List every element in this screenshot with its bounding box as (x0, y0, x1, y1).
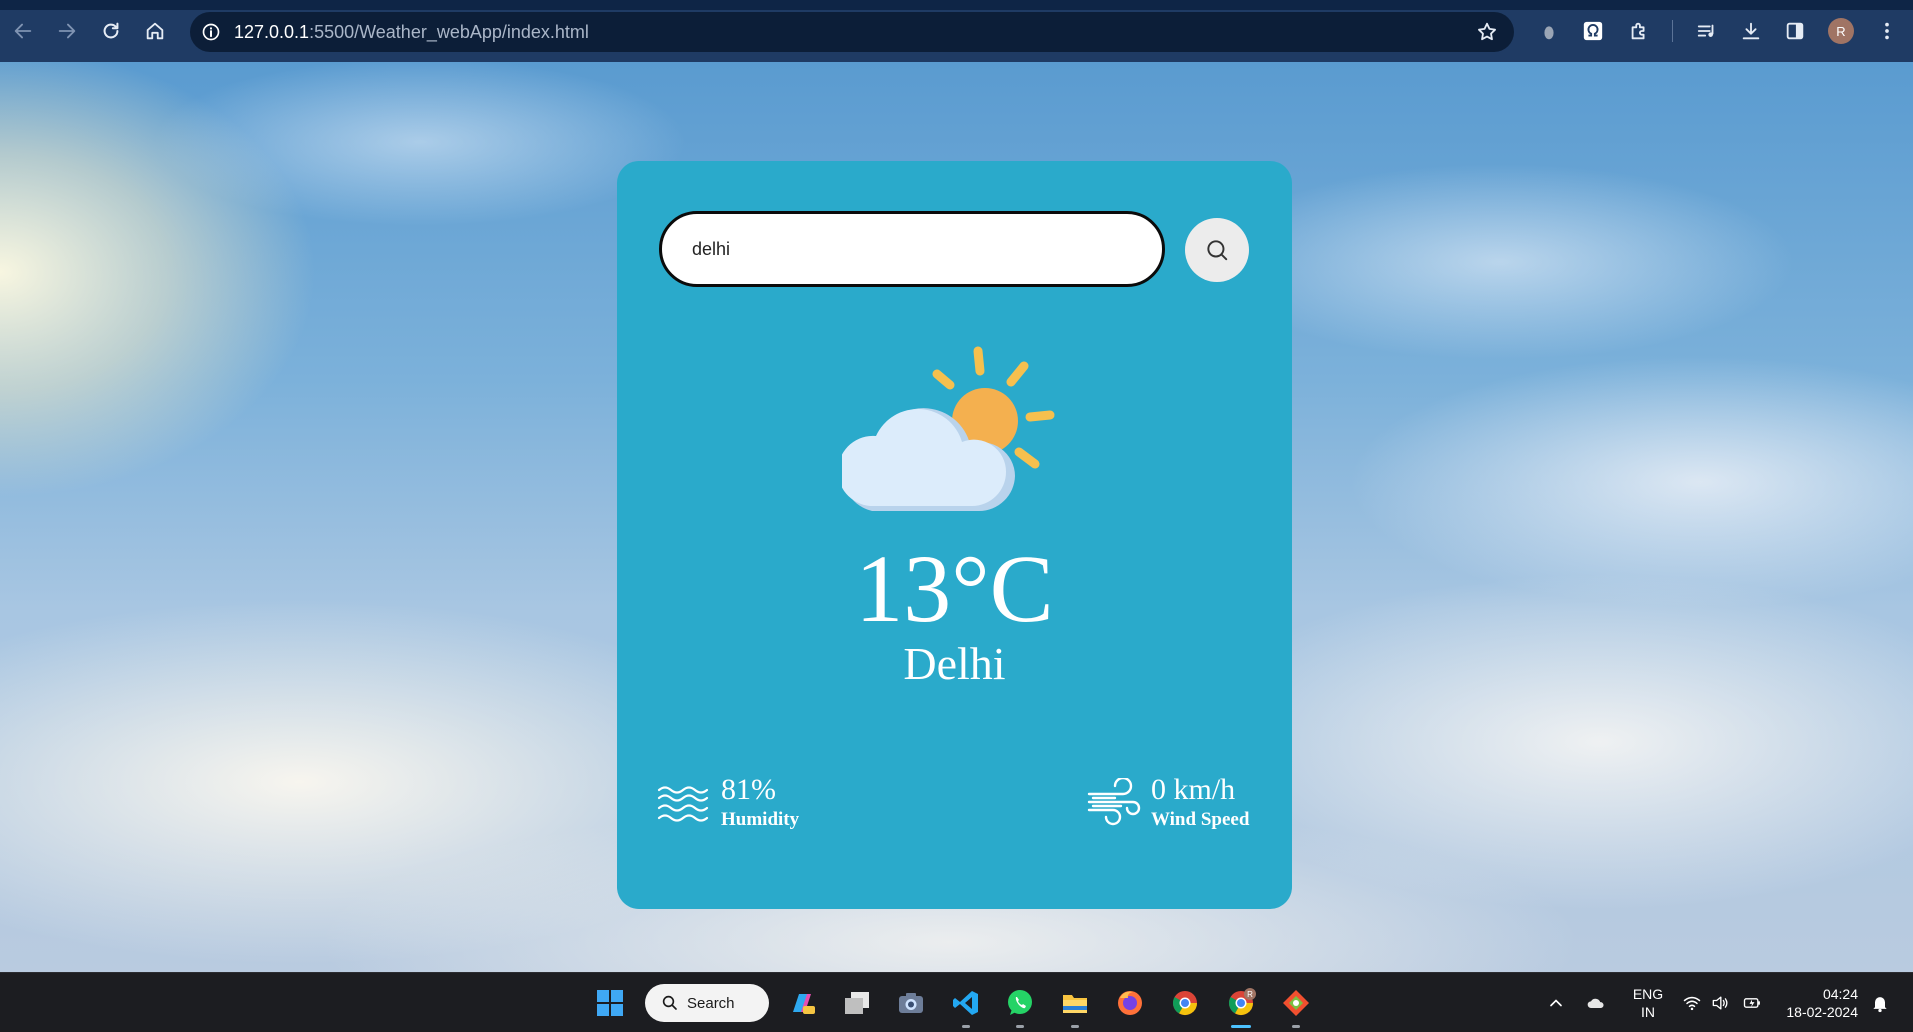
speaker-icon (1712, 996, 1728, 1010)
tab-strip (0, 0, 1913, 10)
onedrive-tray[interactable] (1586, 973, 1606, 1032)
menu-kebab-icon[interactable] (1874, 18, 1900, 44)
taskbar-app-chrome-profile[interactable]: R (1225, 987, 1257, 1028)
notifications-button[interactable] (1870, 973, 1890, 1032)
media-control-icon[interactable] (1694, 18, 1720, 44)
taskbar-app-vscode[interactable] (950, 987, 982, 1028)
vscode-icon (953, 991, 978, 1015)
language-region: IN (1641, 1004, 1655, 1020)
chrome-profile-badge: R (1247, 990, 1253, 999)
language-indicator[interactable]: ENG IN (1626, 985, 1670, 1021)
humidity-waves-icon (657, 786, 709, 822)
folder-icon (1063, 995, 1087, 1013)
wind-detail: 0 km/h Wind Speed (1087, 775, 1249, 831)
city-search-input[interactable] (659, 211, 1165, 287)
reload-icon (103, 22, 119, 39)
humidity-detail: 81% Humidity (657, 775, 799, 831)
page-viewport: 13°C Delhi 81% Humidity (0, 62, 1913, 972)
address-bar[interactable]: 127.0.0.1:5500/Weather_webApp/index.html (190, 12, 1514, 52)
weather-card: 13°C Delhi 81% Humidity (617, 161, 1292, 909)
windows-logo-icon (597, 990, 623, 1016)
arrow-left-icon (14, 23, 32, 39)
running-indicator (1292, 1025, 1300, 1028)
taskbar: Search R ENG IN 04:24 18-02-2024 (0, 972, 1913, 1032)
git-icon (1283, 990, 1309, 1016)
chrome-profile-icon: R (1228, 988, 1256, 1016)
taskbar-app-copilot[interactable] (786, 987, 818, 1019)
bookmark-star-icon[interactable] (1476, 21, 1498, 43)
running-indicator (962, 1025, 970, 1028)
battery-charging-icon (1743, 998, 1760, 1008)
bell-icon (1873, 997, 1887, 1013)
clock-time: 04:24 (1822, 986, 1858, 1002)
search-icon (1207, 240, 1228, 261)
tray-overflow-button[interactable] (1546, 973, 1566, 1032)
taskbar-app-firefox[interactable] (1114, 987, 1146, 1019)
firefox-icon (1118, 991, 1142, 1015)
extension-omega-icon[interactable] (1580, 18, 1606, 44)
back-button[interactable] (8, 16, 38, 46)
site-info-icon[interactable] (200, 21, 222, 43)
temperature-value: 13°C (855, 535, 1054, 642)
browser-toolbar: 127.0.0.1:5500/Weather_webApp/index.html… (0, 0, 1913, 62)
taskbar-app-task-view[interactable] (841, 987, 873, 1019)
camera-icon (899, 993, 923, 1013)
start-button[interactable] (594, 987, 626, 1019)
side-panel-icon[interactable] (1782, 18, 1808, 44)
search-button[interactable] (1185, 218, 1249, 282)
url-text: 127.0.0.1:5500/Weather_webApp/index.html (234, 22, 589, 43)
copilot-icon (793, 994, 815, 1014)
taskbar-search-label: Search (687, 994, 735, 1012)
download-icon[interactable] (1738, 18, 1764, 44)
extension-icon[interactable] (1536, 18, 1562, 44)
taskbar-app-file-explorer[interactable] (1059, 987, 1091, 1028)
system-clock[interactable]: 04:24 18-02-2024 (1778, 985, 1858, 1021)
battery-tray[interactable] (1742, 973, 1762, 1032)
taskbar-app-camera[interactable] (895, 987, 927, 1019)
taskbar-search[interactable]: Search (645, 984, 769, 1022)
chevron-up-icon (1550, 999, 1562, 1007)
whatsapp-icon (1008, 990, 1032, 1015)
humidity-label: Humidity (721, 809, 800, 830)
running-indicator (1071, 1025, 1079, 1028)
chrome-icon (1172, 991, 1197, 1016)
url-path: :5500/Weather_webApp/index.html (309, 21, 589, 42)
home-button[interactable] (140, 16, 170, 46)
wind-icon (1087, 778, 1141, 826)
wifi-tray[interactable] (1682, 973, 1702, 1032)
toolbar-divider (1672, 20, 1673, 42)
taskbar-app-whatsapp[interactable] (1004, 987, 1036, 1028)
humidity-value: 81% (721, 773, 776, 806)
wind-speed-label: Wind Speed (1151, 809, 1250, 830)
taskbar-app-chrome[interactable] (1169, 987, 1201, 1019)
volume-tray[interactable] (1710, 973, 1730, 1032)
clock-date: 18-02-2024 (1786, 1004, 1858, 1020)
city-name: Delhi (903, 638, 1006, 689)
active-indicator (1231, 1025, 1251, 1028)
wifi-icon (1683, 996, 1701, 1011)
profile-avatar[interactable]: R (1828, 18, 1854, 44)
partly-cloudy-icon (842, 346, 1055, 511)
forward-button[interactable] (52, 16, 82, 46)
reload-button[interactable] (96, 16, 126, 46)
taskbar-app-git[interactable] (1280, 987, 1312, 1028)
url-host: 127.0.0.1 (234, 21, 310, 42)
arrow-right-icon (58, 23, 76, 39)
task-view-icon (845, 992, 869, 1014)
running-indicator (1016, 1025, 1024, 1028)
home-icon (146, 22, 164, 40)
wind-speed-value: 0 km/h (1151, 773, 1236, 806)
extensions-puzzle-icon[interactable] (1626, 18, 1652, 44)
search-icon (662, 995, 677, 1010)
cloud-icon (1587, 998, 1604, 1008)
language-code: ENG (1632, 986, 1664, 1002)
